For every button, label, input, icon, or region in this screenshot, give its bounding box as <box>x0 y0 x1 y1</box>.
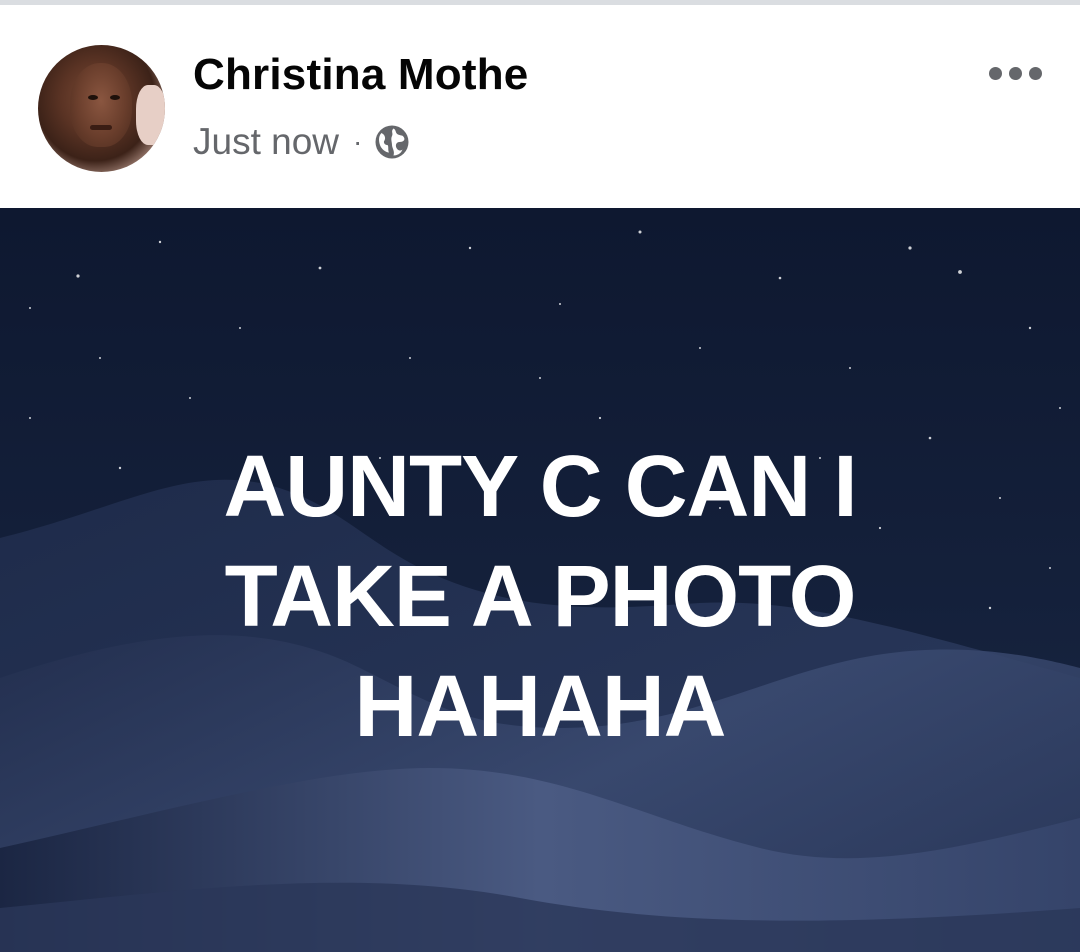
more-dot <box>1028 66 1042 80</box>
avatar-hand <box>136 85 165 145</box>
meta-separator: · <box>353 126 363 157</box>
post-header: Christina Mothe Just now · <box>0 5 1080 208</box>
author-name[interactable]: Christina Mothe <box>193 50 528 100</box>
post-meta: Just now · <box>193 120 410 164</box>
more-dot <box>1008 66 1022 80</box>
post-background-card[interactable]: AUNTY C CAN I TAKE A PHOTO HAHAHA <box>0 208 1080 952</box>
post-text: AUNTY C CAN I TAKE A PHOTO HAHAHA <box>223 438 857 755</box>
avatar-eye-right <box>110 95 120 100</box>
avatar-eye-left <box>88 95 98 100</box>
avatar-face <box>70 63 132 147</box>
author-avatar[interactable] <box>38 45 165 172</box>
avatar-mouth <box>90 125 112 130</box>
globe-icon[interactable] <box>374 124 410 160</box>
post-timestamp[interactable]: Just now <box>193 121 339 163</box>
more-dot <box>988 66 1002 80</box>
more-options-button[interactable] <box>980 55 1050 91</box>
